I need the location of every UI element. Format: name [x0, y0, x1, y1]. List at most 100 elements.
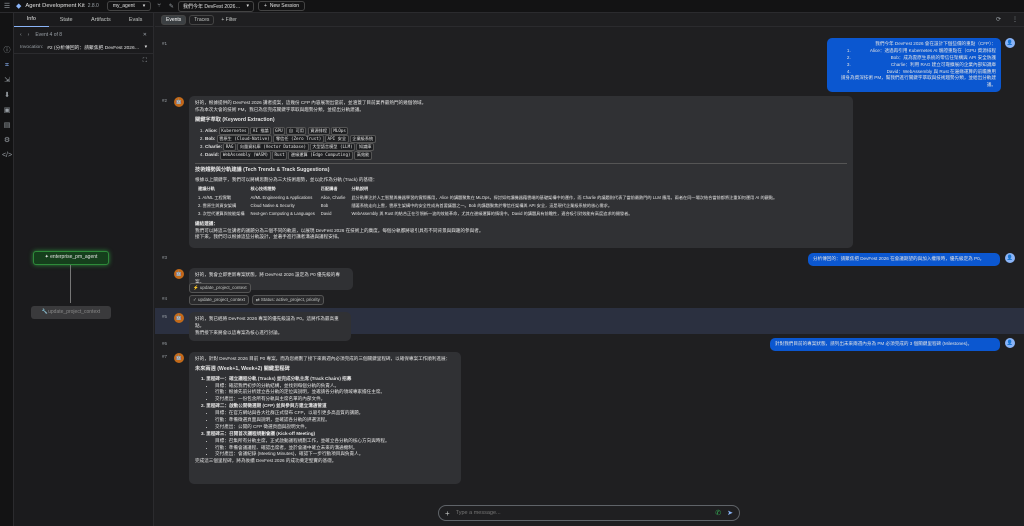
- graph-node-tool[interactable]: 🔧update_project_context: [31, 306, 111, 319]
- function-name: update_project_context: [198, 297, 245, 302]
- list-item: Alice：透過再引用 Kubernetes AI 驗證重點在（GPU 資源排程: [852, 48, 996, 55]
- message-text: 作為本次大會的技術 PM，我已為您完成關鍵字萃取與趨勢分類，並提出分軌建議。: [195, 106, 364, 112]
- info-icon[interactable]: ⓘ: [0, 43, 14, 58]
- bolt-icon: ⚡: [193, 285, 199, 290]
- top-bar: ☰ ◆ Agent Development Kit 2.8.0 my_agent…: [0, 0, 1024, 13]
- row-number: #2: [162, 98, 168, 103]
- adk-logo-icon: ◆: [16, 3, 22, 10]
- bot-avatar: 🤖: [174, 269, 184, 279]
- list-item: 目標：召集所有分軌主席，正式啟動議程規劃工作，並確立各分軌的核心方向與時程。: [215, 438, 455, 445]
- tab-info[interactable]: Info: [14, 12, 49, 27]
- app-select-value: my_agent: [112, 3, 135, 9]
- filter-label: Filter: [225, 16, 237, 23]
- eval-icon[interactable]: ⚙: [0, 133, 14, 148]
- message-text: 好的，針對 DevFest 2026 目前 P0 專案，而為您規劃了接下來兩週內…: [195, 356, 451, 361]
- message-text: 分析傳回的：請聚焦把 DevFest 2026 在會議期望的與加入權限時，優先級…: [813, 256, 985, 261]
- add-attachment-icon[interactable]: +: [445, 509, 450, 518]
- message-text: 請身為資深技術 PM，幫我們進行關鍵字萃取與技術趨勢分類，並給出分軌建議。: [840, 75, 996, 88]
- invocation-label: Invocation:: [20, 45, 44, 50]
- artifact-icon[interactable]: ▣: [0, 103, 14, 118]
- message-text: 接下來，我們可以根據這些分軌設計，並著手進行講者溝通與議程安排。: [195, 234, 343, 240]
- graph-node-agent-label: enterprise_pm_agent: [50, 254, 98, 260]
- more-icon[interactable]: ⋮: [1012, 16, 1018, 23]
- check-icon: ✓: [193, 297, 197, 302]
- function-call-row[interactable]: ✓ update_project_context ⇄ Status: activ…: [189, 295, 324, 305]
- edit-icon[interactable]: ✎: [169, 3, 174, 10]
- table-row: 1. AI/ML 工程實戰 AI/ML Engineering & Applica…: [198, 194, 778, 200]
- chevron-down-icon: ▾: [144, 45, 147, 50]
- app-title: Agent Development Kit: [25, 3, 85, 9]
- events-tab[interactable]: Events: [161, 14, 187, 25]
- message-input[interactable]: [455, 510, 710, 516]
- list-item: Bob: 雲原生 (Cloud-Native) 零信任 (Zero Trust)…: [205, 134, 847, 144]
- response-icon: ⇄: [255, 297, 260, 302]
- fullscreen-icon[interactable]: ⛶: [143, 58, 147, 65]
- view-tabs: Events Traces + Filter ⟳ ⋮: [155, 13, 1024, 27]
- list-item: 交付產出：公開的 CFP 徵選頁面與說明文件。: [215, 424, 455, 431]
- event-counter: Event 4 of 8: [35, 32, 63, 38]
- chevron-right-icon[interactable]: ›: [28, 32, 30, 38]
- invocation-row[interactable]: Invocation: #2 (分析傳回的：請聚焦把 DevFest 2026……: [14, 42, 153, 54]
- user-avatar: 👤: [1005, 338, 1015, 348]
- tab-evals[interactable]: Evals: [118, 13, 153, 27]
- export-icon[interactable]: ⇲: [0, 73, 14, 88]
- filter-button[interactable]: + Filter: [221, 17, 236, 23]
- section-heading: 未來兩週 (Week+1, Week+2) 關鍵里程碑: [195, 365, 290, 372]
- menu-icon[interactable]: ☰: [0, 2, 14, 10]
- chevron-down-icon: ▾: [142, 3, 146, 9]
- chart-icon[interactable]: ▤: [0, 118, 14, 133]
- user-avatar: 👤: [1005, 253, 1015, 263]
- code-icon[interactable]: </>: [0, 148, 14, 163]
- list-item: Alice: Kubernetes AI 推論 GPU 自 可用 資源排程 ML…: [205, 126, 847, 135]
- graph-edge: [70, 265, 71, 303]
- message-text: 完成這三個里程碑，將為後續 DevFest 2026 的成功奠定堅實的基礎。: [195, 458, 337, 464]
- list-item: Charlie: RAG 向量資料庫 (Vector Database) 大型語…: [205, 143, 847, 152]
- tab-artifacts[interactable]: Artifacts: [84, 13, 119, 27]
- bot-message: 好的，根據提供的 DevFest 2026 講者提案，這幾份 CFP 內容展現出…: [189, 96, 853, 248]
- note-heading: 總結建議：: [195, 220, 218, 226]
- send-icon[interactable]: ➤: [727, 509, 733, 517]
- session-title: 我們今年 DevFest 2026…: [182, 3, 241, 10]
- close-icon[interactable]: ✕: [143, 32, 147, 38]
- function-call-chip[interactable]: ⚡ update_project_context: [189, 283, 251, 293]
- download-icon[interactable]: ⬇: [0, 88, 14, 103]
- phone-icon[interactable]: ✆: [715, 509, 721, 517]
- bot-avatar: 🤖: [174, 313, 184, 323]
- message-text: 好的，根據提供的 DevFest 2026 講者提案，這幾份 CFP 內容展現出…: [195, 100, 427, 105]
- function-name: update_project_context: [199, 285, 247, 290]
- user-message: 針對我們目前的專案狀態，請列出未來兩週內身為 PM 必須完成的 3 個關鍵里程碑…: [770, 338, 1000, 351]
- graph-icon[interactable]: ⌗: [0, 58, 14, 73]
- list-item: David: WebAssembly (WASM) Rust 邊緣運算 (Edg…: [205, 151, 847, 160]
- side-tabs: Info State Artifacts Evals: [14, 13, 153, 27]
- message-text: 我們今年 DevFest 2026 會在設計下個些價的重點（CFP）：: [875, 41, 996, 46]
- tab-state[interactable]: State: [49, 13, 84, 27]
- app-select[interactable]: my_agent ▾: [106, 1, 152, 11]
- table-row: 3. 次世代運算與效能架構 Next-gen Computing & Langua…: [198, 211, 633, 217]
- list-item: Bob：成為雲原生系統的零信任架構與 API 安全防護: [852, 55, 996, 62]
- branch-icon[interactable]: ⑂: [157, 3, 161, 9]
- row-number: #1: [162, 41, 168, 46]
- traces-tab[interactable]: Traces: [189, 14, 215, 25]
- graph-node-agent[interactable]: ✦ enterprise_pm_agent: [33, 251, 109, 265]
- session-select[interactable]: 我們今年 DevFest 2026… ▾: [177, 0, 254, 12]
- message-text: 針對我們目前的專案狀態，請列出未來兩週內身為 PM 必須完成的 3 個關鍵里程碑…: [775, 341, 973, 346]
- bot-message: 好的，我已經將 DevFest 2026 專案的優先級設為 P0。這將作為最高重…: [189, 312, 351, 341]
- milestone-title: 3. 里程碑三：召開首次議程規劃會議 (Kick-off Meeting): [201, 430, 316, 436]
- list-item: 行動：準備徵選頁面與說明，並確認各分軌的評選流程。: [215, 417, 455, 424]
- refresh-icon[interactable]: ⟳: [996, 16, 1001, 23]
- new-session-button[interactable]: + New Session: [257, 1, 306, 11]
- chevron-down-icon: ▾: [246, 2, 249, 9]
- invocation-value: #2 (分析傳回的：請聚焦把 DevFest 2026…: [47, 46, 140, 51]
- chevron-left-icon[interactable]: ‹: [20, 32, 22, 38]
- divider: [195, 162, 847, 164]
- bot-message: 好的，針對 DevFest 2026 目前 P0 專案，而為您規劃了接下來兩週內…: [189, 352, 461, 484]
- user-avatar: 👤: [1005, 38, 1015, 48]
- section-heading: 關鍵字萃取 (Keyword Extraction): [195, 116, 275, 123]
- message-input-bar: + ✆ ➤: [438, 505, 740, 521]
- row-number: #7: [162, 354, 168, 359]
- message-text: 我們接下來將會以這專案為核心進行討論。: [195, 329, 283, 335]
- side-panel: Info State Artifacts Evals ‹ › Event 4 o…: [14, 13, 154, 526]
- bot-avatar: 🤖: [174, 353, 184, 363]
- row-number: #6: [162, 341, 168, 346]
- bot-avatar: 🤖: [174, 97, 184, 107]
